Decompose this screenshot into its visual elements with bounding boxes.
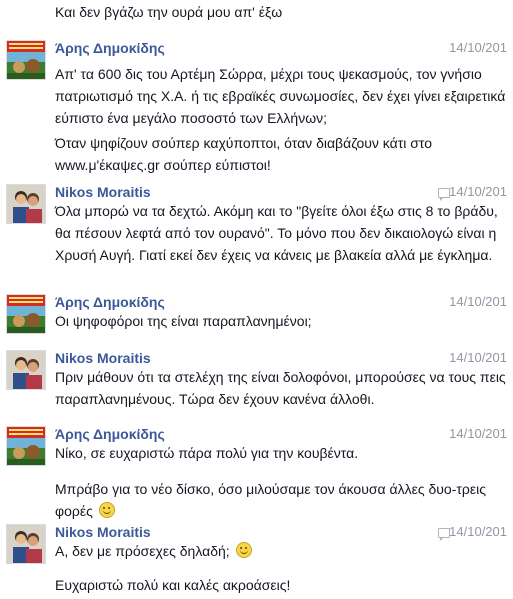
- timestamp: 14/10/201: [449, 40, 507, 55]
- message-text: Οι ψηφοφόροι της είναι παραπλανημένοι;: [55, 313, 312, 329]
- message-text: Ευχαριστώ πολύ και καλές ακροάσεις!: [55, 577, 291, 593]
- avatar-person-image: [7, 185, 45, 223]
- avatar-poster-image: [7, 295, 45, 333]
- author-name[interactable]: Nikos Moraitis: [55, 182, 151, 202]
- avatar-poster-image: [7, 41, 45, 79]
- avatar-person-image: [7, 351, 45, 389]
- timestamp: 14/10/201: [449, 524, 507, 539]
- timestamp: 14/10/201: [449, 350, 507, 365]
- author-name[interactable]: Άρης Δημοκίδης: [55, 424, 165, 444]
- timestamp: 14/10/201: [449, 294, 507, 309]
- smiley-icon: [98, 502, 115, 518]
- message-text: Νίκο, σε ευχαριστώ πάρα πολύ για την κου…: [55, 445, 359, 461]
- author-name[interactable]: Nikos Moraitis: [55, 348, 151, 368]
- timestamp: 14/10/201: [449, 184, 507, 199]
- avatar[interactable]: [6, 294, 46, 334]
- previous-message-line: Και δεν βγάζω την ουρά μου απ' έξω: [55, 4, 283, 20]
- message-text: Α, δεν με πρόσεχες δηλαδή;: [55, 543, 230, 559]
- author-name[interactable]: Nikos Moraitis: [55, 522, 151, 542]
- message-text: Όλα μπορώ να τα δεχτώ. Ακόμη και το "βγε…: [55, 203, 498, 263]
- author-name[interactable]: Άρης Δημοκίδης: [55, 38, 165, 58]
- message-text: Απ' τα 600 δις του Αρτέμη Σώρρα, μέχρι τ…: [55, 66, 506, 126]
- message-text: Μπράβο για το νέο δίσκο, όσο μιλούσαμε τ…: [55, 481, 486, 519]
- message-text-with-emoji: Μπράβο για το νέο δίσκο, όσο μιλούσαμε τ…: [55, 478, 507, 522]
- avatar[interactable]: [6, 350, 46, 390]
- avatar[interactable]: [6, 426, 46, 466]
- avatar[interactable]: [6, 524, 46, 564]
- avatar-person-image: [7, 525, 45, 563]
- avatar[interactable]: [6, 40, 46, 80]
- message-text: Όταν ψηφίζουν σούπερ καχύποπτοι, όταν δι…: [55, 135, 432, 173]
- author-name[interactable]: Άρης Δημοκίδης: [55, 292, 165, 312]
- avatar[interactable]: [6, 184, 46, 224]
- smiley-icon: [235, 542, 252, 558]
- message-text-with-emoji: Α, δεν με πρόσεχες δηλαδή;: [55, 540, 507, 562]
- timestamp: 14/10/201: [449, 426, 507, 441]
- message-text: Πριν μάθουν ότι τα στελέχη της είναι δολ…: [55, 369, 506, 407]
- avatar-poster-image: [7, 427, 45, 465]
